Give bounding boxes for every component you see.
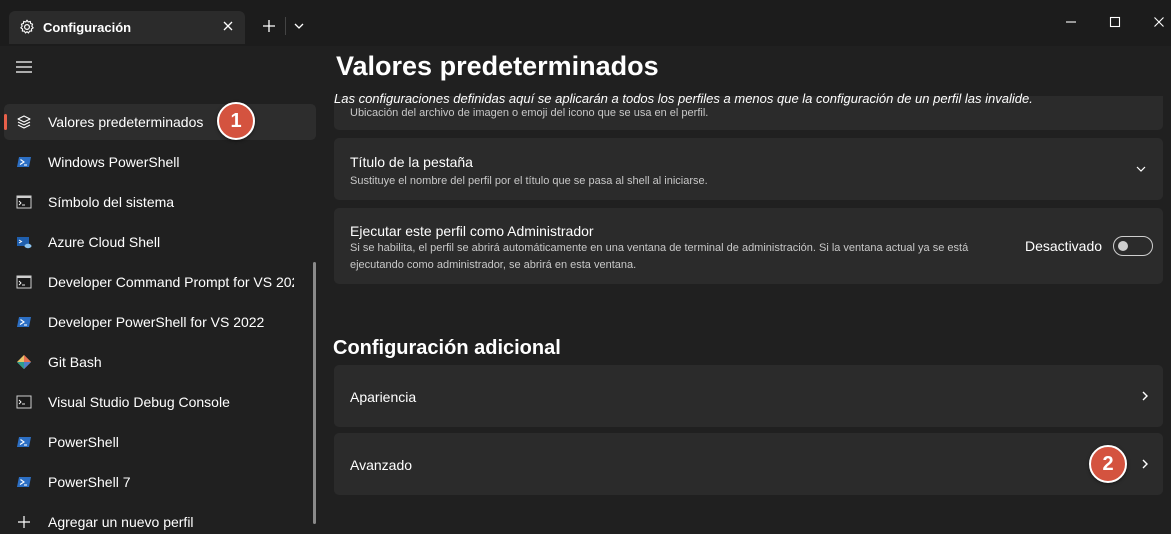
icon-setting-description: Ubicación del archivo de imagen o emoji … bbox=[350, 107, 709, 119]
page-subtitle: Las configuraciones definidas aquí se ap… bbox=[334, 91, 1033, 106]
azure-icon bbox=[17, 237, 32, 249]
run-as-admin-title: Ejecutar este perfil como Administrador bbox=[350, 223, 594, 239]
sidebar-item-label: Git Bash bbox=[48, 354, 102, 370]
powershell-icon bbox=[17, 477, 31, 487]
powershell-icon bbox=[17, 437, 31, 447]
plus-icon bbox=[18, 516, 30, 528]
minimize-icon[interactable] bbox=[1063, 16, 1079, 28]
git-icon bbox=[17, 355, 31, 369]
sidebar-item-label: Agregar un nuevo perfil bbox=[48, 514, 194, 530]
sidebar-item-developer-powershell[interactable]: Developer PowerShell for VS 2022 bbox=[4, 304, 316, 340]
sidebar-item-label: Azure Cloud Shell bbox=[48, 234, 161, 250]
sidebar-item-powershell[interactable]: PowerShell bbox=[4, 424, 316, 460]
sidebar-item-git-bash[interactable]: Git Bash bbox=[4, 344, 316, 380]
advanced-label: Avanzado bbox=[350, 457, 413, 473]
annotation-badge-1: 1 bbox=[217, 102, 255, 140]
run-as-admin-setting-card[interactable]: Ejecutar este perfil como Administrador … bbox=[334, 208, 1163, 284]
sidebar-item-label: PowerShell bbox=[48, 434, 119, 450]
sidebar-item-label: Windows PowerShell bbox=[48, 154, 180, 170]
advanced-nav-card[interactable]: Avanzado bbox=[334, 433, 1163, 495]
toggle-state-label: Desactivado bbox=[1025, 238, 1103, 254]
run-as-admin-toggle[interactable] bbox=[1113, 236, 1153, 256]
tab-separator bbox=[285, 17, 286, 35]
sidebar-item-label: Símbolo del sistema bbox=[48, 194, 175, 210]
chevron-right-icon bbox=[1142, 391, 1148, 401]
toggle-knob bbox=[1118, 240, 1128, 251]
powershell-icon bbox=[17, 317, 31, 327]
run-as-admin-description: Si se habilita, el perfil se abrirá auto… bbox=[350, 242, 969, 271]
cmd-icon bbox=[16, 275, 32, 289]
selected-indicator bbox=[4, 114, 7, 130]
sidebar-item-label: Visual Studio Debug Console bbox=[48, 394, 230, 410]
chevron-right-icon bbox=[1142, 459, 1148, 469]
cmd-icon bbox=[16, 195, 32, 209]
sidebar-item-windows-powershell[interactable]: Windows PowerShell bbox=[4, 144, 316, 180]
hamburger-menu-icon[interactable] bbox=[14, 59, 34, 75]
title-bar: Configuración bbox=[0, 0, 1171, 46]
page-title: Valores predeterminados bbox=[336, 51, 659, 81]
appearance-label: Apariencia bbox=[350, 389, 417, 405]
plus-icon[interactable] bbox=[261, 18, 277, 34]
tab-title-setting-title: Título de la pestaña bbox=[350, 154, 473, 170]
sidebar-item-label: Developer PowerShell for VS 2022 bbox=[48, 314, 265, 330]
window-close-icon[interactable] bbox=[1153, 16, 1165, 28]
gear-icon bbox=[20, 19, 34, 34]
chevron-down-icon[interactable] bbox=[1135, 165, 1147, 173]
layers-icon bbox=[17, 115, 31, 129]
sidebar-item-visual-studio-debug-console[interactable]: Visual Studio Debug Console bbox=[4, 384, 316, 420]
sidebar-item-label: Developer Command Prompt for VS 2022 bbox=[48, 274, 294, 290]
sidebar-item-simbolo-del-sistema[interactable]: Símbolo del sistema bbox=[4, 184, 316, 220]
sidebar-item-label: Valores predeterminados bbox=[48, 114, 204, 130]
tab-title-setting-card[interactable]: Título de la pestaña Sustituye el nombre… bbox=[334, 138, 1163, 200]
sidebar-item-azure-cloud-shell[interactable]: Azure Cloud Shell bbox=[4, 224, 316, 260]
sidebar-scrollbar[interactable] bbox=[313, 262, 316, 524]
tab-title: Configuración bbox=[43, 20, 132, 35]
tab-title-setting-description: Sustituye el nombre del perfil por el tí… bbox=[350, 175, 708, 187]
powershell-icon bbox=[17, 157, 31, 167]
sidebar-item-powershell-7[interactable]: PowerShell 7 bbox=[4, 464, 316, 500]
chevron-down-icon[interactable] bbox=[292, 20, 306, 32]
sidebar-item-label: PowerShell 7 bbox=[48, 474, 131, 490]
annotation-badge-2: 2 bbox=[1089, 445, 1127, 483]
close-icon[interactable] bbox=[221, 19, 235, 33]
tab-configuracion[interactable]: Configuración bbox=[9, 11, 245, 44]
sidebar-item-valores-predeterminados[interactable]: Valores predeterminados bbox=[4, 104, 316, 140]
sidebar-item-agregar-perfil[interactable]: Agregar un nuevo perfil bbox=[4, 504, 316, 534]
maximize-icon[interactable] bbox=[1109, 16, 1121, 28]
appearance-nav-card[interactable]: Apariencia bbox=[334, 365, 1163, 427]
additional-settings-heading: Configuración adicional bbox=[333, 337, 561, 359]
cmd-icon bbox=[16, 395, 32, 409]
sidebar-item-developer-command-prompt[interactable]: Developer Command Prompt for VS 2022 bbox=[4, 264, 316, 300]
